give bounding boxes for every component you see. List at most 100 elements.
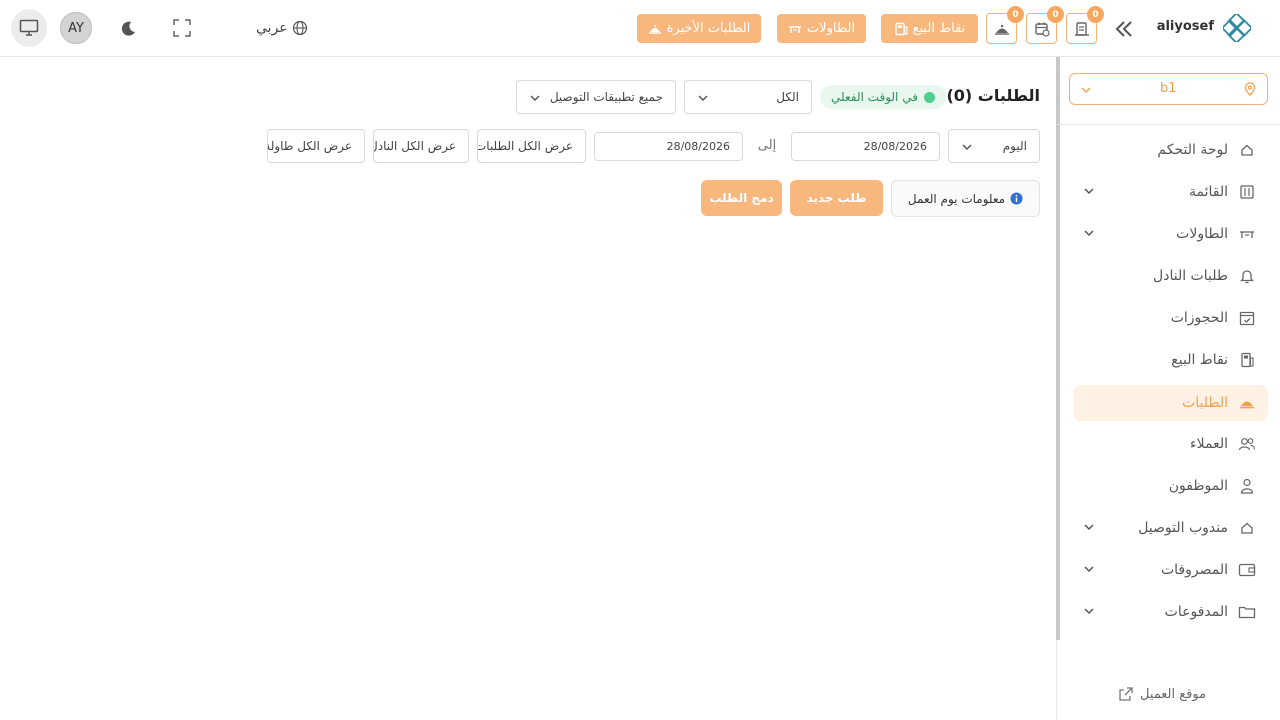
moon-icon (121, 21, 135, 36)
badge-count: 0 (1087, 6, 1104, 23)
delivery-apps-value: جميع تطبيقات التوصيل (549, 90, 663, 104)
sidebar-item-label: المصروفات (1160, 562, 1228, 578)
status-filter-value: الكل (776, 90, 799, 104)
delivery-apps-select[interactable]: جميع تطبيقات التوصيل (516, 80, 676, 114)
sidebar-divider (1057, 124, 1280, 125)
waiter-icon (994, 24, 1009, 35)
username: aliyosef (1156, 19, 1214, 34)
workday-info-label: معلومات يوم العمل (907, 191, 1006, 206)
sidebar-item-dashboard[interactable]: لوحة التحكم (1073, 132, 1268, 168)
dark-mode-toggle[interactable] (118, 19, 138, 39)
live-indicator-icon (923, 91, 935, 103)
calendar-icon (1034, 22, 1050, 37)
date-to-input[interactable]: 28/08/2026 (594, 132, 743, 161)
waiters-filter-select[interactable]: عرض الكل النادل (373, 129, 469, 163)
home-icon (1238, 141, 1256, 159)
sidebar-item-label: العملاء (1190, 436, 1228, 452)
table-icon (1238, 225, 1256, 243)
globe-icon (292, 20, 307, 36)
sidebar-item-label: طلبات النادل (1153, 268, 1228, 284)
tables-button-label: الطاولات (806, 21, 856, 36)
orders-notifications-button[interactable]: 0 (1066, 6, 1104, 44)
sidebar-item-menu[interactable]: القائمة (1073, 174, 1268, 210)
employee-icon (1238, 477, 1256, 495)
to-label: إلى (757, 138, 777, 153)
calendar-check-icon (1238, 309, 1256, 327)
date-range-select[interactable]: اليوم (948, 129, 1040, 163)
orders-filter-select[interactable]: عرض الكل الطلبات (477, 129, 586, 163)
sidebar-item-pos[interactable]: نقاط البيع (1073, 342, 1268, 378)
sidebar-item-label: الطاولات (1176, 226, 1228, 242)
chevron-down-icon (1084, 524, 1094, 531)
main-scrollbar[interactable] (1056, 57, 1060, 640)
chevron-down-icon (1084, 230, 1094, 237)
sidebar-item-label: المدفوعات (1164, 604, 1228, 620)
pos-icon (1238, 351, 1256, 369)
merge-order-button[interactable]: دمج الطلب (701, 180, 782, 216)
new-order-button[interactable]: طلب جديد (790, 180, 883, 216)
double-chevron-left-icon (1115, 21, 1132, 37)
waiter-notifications-button[interactable]: 0 (986, 6, 1024, 44)
sidebar-item-customers[interactable]: العملاء (1073, 426, 1268, 462)
recent-orders-button[interactable]: الطلبات الأخيرة (637, 14, 761, 43)
realtime-badge[interactable]: في الوقت الفعلي (820, 85, 946, 109)
badge-count: 0 (1047, 6, 1064, 23)
tables-button[interactable]: الطاولات (777, 14, 866, 43)
orders-filter-value: عرض الكل الطلبات (477, 139, 573, 153)
sidebar-item-reservations[interactable]: الحجوزات (1073, 300, 1268, 336)
chevron-down-icon (1084, 188, 1094, 195)
avatar[interactable]: AY (60, 12, 92, 44)
sidebar-item-orders[interactable]: الطلبات (1073, 385, 1268, 421)
status-filter-select[interactable]: الكل (684, 80, 812, 114)
table-icon (788, 25, 801, 33)
desktop-view-button[interactable] (11, 9, 47, 47)
sidebar-item-label: القائمة (1189, 184, 1228, 200)
language-switcher[interactable]: عربي (256, 18, 308, 38)
waiters-filter-value: عرض الكل النادل (373, 139, 456, 153)
date-to-value: 28/08/2026 (666, 140, 730, 153)
sidebar-item-payments[interactable]: المدفوعات (1073, 594, 1268, 630)
chevron-down-icon (1081, 87, 1091, 94)
sidebar-item-employees[interactable]: الموظفون (1073, 468, 1268, 504)
sidebar-item-label: الطلبات (1182, 395, 1228, 411)
date-range-value: اليوم (1002, 139, 1027, 153)
language-label: عربي (256, 20, 288, 36)
monitor-icon (19, 19, 39, 36)
branch-selector[interactable]: b1 (1069, 73, 1268, 105)
reservations-notifications-button[interactable]: 0 (1026, 6, 1064, 44)
chevron-down-icon (962, 144, 972, 151)
sidebar-item-label: لوحة التحكم (1157, 142, 1228, 158)
fullscreen-button[interactable] (172, 18, 192, 38)
folder-icon (1238, 603, 1256, 621)
pos-button[interactable]: نقاط البيع (881, 14, 978, 43)
chevron-down-icon (698, 95, 708, 102)
merge-order-label: دمج الطلب (709, 191, 774, 205)
home-icon (1238, 519, 1256, 537)
branch-name: b1 (1160, 81, 1177, 96)
date-from-input[interactable]: 28/08/2026 (791, 132, 940, 161)
realtime-label: في الوقت الفعلي (831, 90, 918, 104)
recent-orders-label: الطلبات الأخيرة (666, 21, 751, 36)
wallet-icon (1238, 561, 1256, 579)
sidebar-item-label: الحجوزات (1170, 310, 1228, 326)
customer-site-link[interactable]: موقع العميل (1118, 683, 1206, 705)
menu-book-icon (1238, 183, 1256, 201)
external-link-icon (1119, 687, 1133, 701)
chevron-down-icon (530, 95, 540, 102)
workday-info-button[interactable]: معلومات يوم العمل (891, 180, 1040, 217)
logo-icon (1220, 11, 1254, 45)
collapse-sidebar-button[interactable] (1113, 18, 1135, 40)
sidebar-item-waiter-orders[interactable]: طلبات النادل (1073, 258, 1268, 294)
receipt-icon (1074, 21, 1089, 36)
cloche-icon (1238, 394, 1256, 412)
date-from-value: 28/08/2026 (863, 140, 927, 153)
sidebar-item-delivery-agent[interactable]: مندوب التوصيل (1073, 510, 1268, 546)
fullscreen-icon (173, 19, 191, 37)
cloche-icon (648, 24, 661, 34)
chevron-down-icon (1084, 566, 1094, 573)
brand-logo[interactable] (1220, 11, 1254, 45)
sidebar-item-expenses[interactable]: المصروفات (1073, 552, 1268, 588)
sidebar-item-tables[interactable]: الطاولات (1073, 216, 1268, 252)
pos-button-label: نقاط البيع (912, 21, 966, 36)
tables-filter-select[interactable]: عرض الكل طاولة (267, 129, 365, 163)
